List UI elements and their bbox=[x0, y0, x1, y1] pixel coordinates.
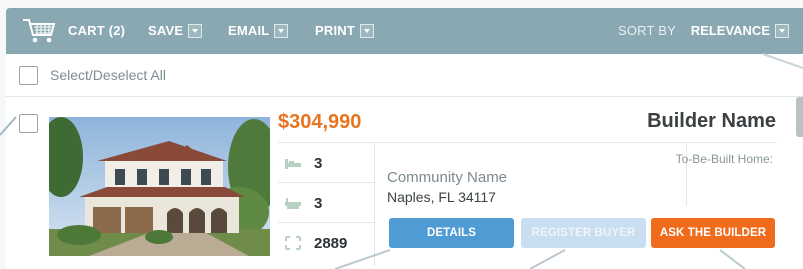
bed-icon bbox=[285, 159, 301, 169]
beds-value: 3 bbox=[314, 154, 323, 172]
email-label: EMAIL bbox=[228, 23, 270, 38]
sqft-stat: 2889 bbox=[278, 222, 374, 263]
community-location: Naples, FL 34117 bbox=[387, 189, 496, 205]
home-photo[interactable] bbox=[49, 117, 270, 256]
ask-the-builder-button[interactable]: ASK THE BUILDER bbox=[651, 218, 775, 248]
bath-icon bbox=[285, 198, 301, 209]
register-buyer-button[interactable]: REGISTER BUYER bbox=[521, 218, 646, 248]
results-toolbar: CART (2) SAVE EMAIL PRINT SORT BY RELEVA… bbox=[6, 8, 803, 54]
cart-link[interactable]: CART (2) bbox=[68, 23, 125, 38]
scrollbar-thumb[interactable] bbox=[796, 97, 803, 137]
chevron-down-icon bbox=[775, 23, 789, 38]
chevron-down-icon bbox=[360, 23, 374, 38]
baths-stat: 3 bbox=[278, 182, 374, 223]
print-label: PRINT bbox=[315, 23, 355, 38]
expand-arrows-icon bbox=[285, 236, 301, 250]
print-dropdown[interactable]: PRINT bbox=[315, 23, 374, 38]
beds-stat: 3 bbox=[278, 142, 374, 183]
select-all-label[interactable]: Select/Deselect All bbox=[50, 67, 166, 83]
community-name[interactable]: Community Name bbox=[387, 169, 507, 186]
cart-icon[interactable] bbox=[22, 17, 56, 45]
listing-card: $304,990 Builder Name 3 3 2889 Community… bbox=[6, 97, 803, 269]
sqft-value: 2889 bbox=[314, 234, 348, 252]
sort-by-label: SORT BY bbox=[618, 23, 676, 38]
search-results-panel: CART (2) SAVE EMAIL PRINT SORT BY RELEVA… bbox=[0, 0, 803, 269]
select-all-row: Select/Deselect All bbox=[6, 54, 803, 97]
cart-label: CART (2) bbox=[68, 23, 126, 38]
listing-checkbox[interactable] bbox=[19, 114, 38, 133]
email-dropdown[interactable]: EMAIL bbox=[228, 23, 289, 38]
save-label: SAVE bbox=[148, 23, 184, 38]
chevron-down-icon bbox=[274, 23, 289, 38]
divider bbox=[374, 142, 777, 143]
sort-dropdown[interactable]: RELEVANCE bbox=[691, 23, 789, 38]
listing-price: $304,990 bbox=[278, 111, 362, 133]
select-all-checkbox[interactable] bbox=[19, 66, 38, 85]
home-stats: 3 3 2889 bbox=[278, 142, 375, 266]
save-dropdown[interactable]: SAVE bbox=[148, 23, 203, 38]
sort-value: RELEVANCE bbox=[690, 23, 770, 38]
home-status: To-Be-Built Home: bbox=[675, 152, 773, 166]
baths-value: 3 bbox=[314, 194, 323, 212]
details-button[interactable]: DETAILS bbox=[389, 218, 514, 248]
chevron-down-icon bbox=[188, 23, 203, 38]
builder-name[interactable]: Builder Name bbox=[647, 110, 776, 133]
